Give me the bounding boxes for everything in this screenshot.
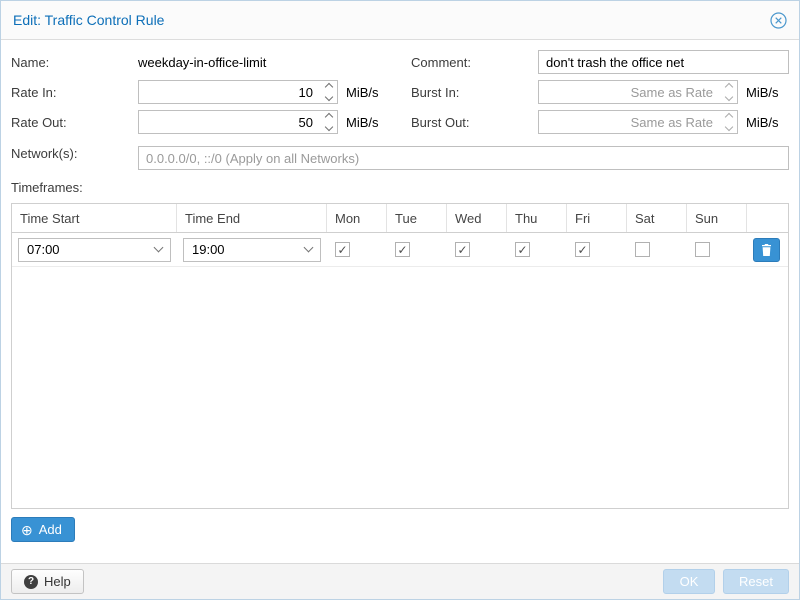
rate-in-spinner[interactable] [326, 80, 332, 104]
chevron-down-icon [154, 243, 164, 253]
day-checkbox-fri[interactable]: ✓ [575, 242, 590, 257]
rate-out-spinner[interactable] [326, 110, 332, 134]
dialog-footer: ? Help OK Reset [1, 563, 799, 599]
add-button-label: Add [39, 522, 62, 537]
day-checkbox-sat[interactable] [635, 242, 650, 257]
row-rate-burst-out: Rate Out: MiB/s Burst Out: [11, 110, 789, 134]
time-start-select-cell: 07:00 [12, 238, 177, 262]
column-header-mon[interactable]: Mon [327, 204, 387, 232]
column-header-sun[interactable]: Sun [687, 204, 747, 232]
timeframes-table: Time Start Time End Mon Tue Wed Thu Fri … [11, 203, 789, 509]
rate-in-input[interactable] [138, 80, 338, 104]
rate-out-label: Rate Out: [11, 115, 138, 130]
timeframes-body: 07:00 19:00 ✓ ✓ ✓ ✓ ✓ [12, 233, 788, 508]
column-header-time-end[interactable]: Time End [177, 204, 327, 232]
burst-in-input[interactable] [538, 80, 738, 104]
burst-in-unit: MiB/s [746, 85, 779, 100]
close-button[interactable] [770, 12, 787, 29]
add-button[interactable]: ⊕ Add [11, 517, 75, 542]
column-header-fri[interactable]: Fri [567, 204, 627, 232]
column-header-wed[interactable]: Wed [447, 204, 507, 232]
day-checkbox-thu[interactable]: ✓ [515, 242, 530, 257]
day-checkbox-sun[interactable] [695, 242, 710, 257]
day-cell-thu: ✓ [507, 242, 567, 257]
help-button-label: Help [44, 574, 71, 589]
rate-in-label: Rate In: [11, 85, 138, 100]
timeframe-row: 07:00 19:00 ✓ ✓ ✓ ✓ ✓ [12, 233, 788, 267]
dialog-title: Edit: Traffic Control Rule [13, 12, 164, 28]
name-label: Name: [11, 55, 138, 70]
time-end-select-value: 19:00 [192, 242, 225, 257]
burst-out-input[interactable] [538, 110, 738, 134]
burst-in-label: Burst In: [411, 85, 538, 100]
spinner-up-icon[interactable] [725, 83, 733, 91]
rate-out-unit: MiB/s [346, 115, 379, 130]
row-networks: Network(s): [11, 146, 789, 170]
spinner-down-icon[interactable] [325, 93, 333, 101]
day-checkbox-tue[interactable]: ✓ [395, 242, 410, 257]
close-icon [770, 12, 787, 29]
day-cell-tue: ✓ [387, 242, 447, 257]
spinner-up-icon[interactable] [325, 83, 333, 91]
networks-input[interactable] [138, 146, 789, 170]
spinner-down-icon[interactable] [325, 123, 333, 131]
name-value: weekday-in-office-limit [138, 55, 266, 70]
dialog-body: Name: weekday-in-office-limit Comment: R… [1, 40, 799, 563]
timeframes-label: Timeframes: [11, 180, 789, 195]
day-cell-fri: ✓ [567, 242, 627, 257]
column-header-time-start[interactable]: Time Start [12, 204, 177, 232]
column-header-tue[interactable]: Tue [387, 204, 447, 232]
timeframes-table-header: Time Start Time End Mon Tue Wed Thu Fri … [12, 204, 788, 233]
spinner-up-icon[interactable] [325, 113, 333, 121]
reset-button[interactable]: Reset [723, 569, 789, 594]
row-name-comment: Name: weekday-in-office-limit Comment: [11, 50, 789, 74]
time-end-select[interactable]: 19:00 [183, 238, 321, 262]
add-row: ⊕ Add [11, 517, 789, 542]
delete-row-button[interactable] [753, 238, 780, 262]
time-start-select[interactable]: 07:00 [18, 238, 171, 262]
column-header-sat[interactable]: Sat [627, 204, 687, 232]
burst-out-unit: MiB/s [746, 115, 779, 130]
chevron-down-icon [304, 243, 314, 253]
burst-out-label: Burst Out: [411, 115, 538, 130]
comment-input[interactable] [538, 50, 789, 74]
networks-label: Network(s): [11, 146, 138, 170]
comment-label: Comment: [411, 55, 538, 70]
time-start-select-value: 07:00 [27, 242, 60, 257]
day-cell-wed: ✓ [447, 242, 507, 257]
day-cell-sat [627, 242, 687, 257]
ok-button[interactable]: OK [663, 569, 715, 594]
plus-circle-icon: ⊕ [21, 523, 33, 537]
day-cell-sun [687, 242, 747, 257]
burst-in-spinner[interactable] [726, 80, 732, 104]
column-header-actions [747, 204, 788, 232]
rate-out-input[interactable] [138, 110, 338, 134]
day-checkbox-wed[interactable]: ✓ [455, 242, 470, 257]
trash-icon [761, 244, 772, 256]
spinner-down-icon[interactable] [725, 123, 733, 131]
dialog-header: Edit: Traffic Control Rule [1, 1, 799, 40]
spinner-up-icon[interactable] [725, 113, 733, 121]
help-icon: ? [24, 575, 38, 589]
burst-out-spinner[interactable] [726, 110, 732, 134]
day-cell-mon: ✓ [327, 242, 387, 257]
day-checkbox-mon[interactable]: ✓ [335, 242, 350, 257]
time-end-select-cell: 19:00 [177, 238, 327, 262]
spinner-down-icon[interactable] [725, 93, 733, 101]
actions-cell [747, 238, 788, 262]
column-header-thu[interactable]: Thu [507, 204, 567, 232]
rate-in-unit: MiB/s [346, 85, 379, 100]
row-rate-burst-in: Rate In: MiB/s Burst In: [11, 80, 789, 104]
edit-traffic-control-rule-dialog: Edit: Traffic Control Rule Name: weekday… [0, 0, 800, 600]
help-button[interactable]: ? Help [11, 569, 84, 594]
